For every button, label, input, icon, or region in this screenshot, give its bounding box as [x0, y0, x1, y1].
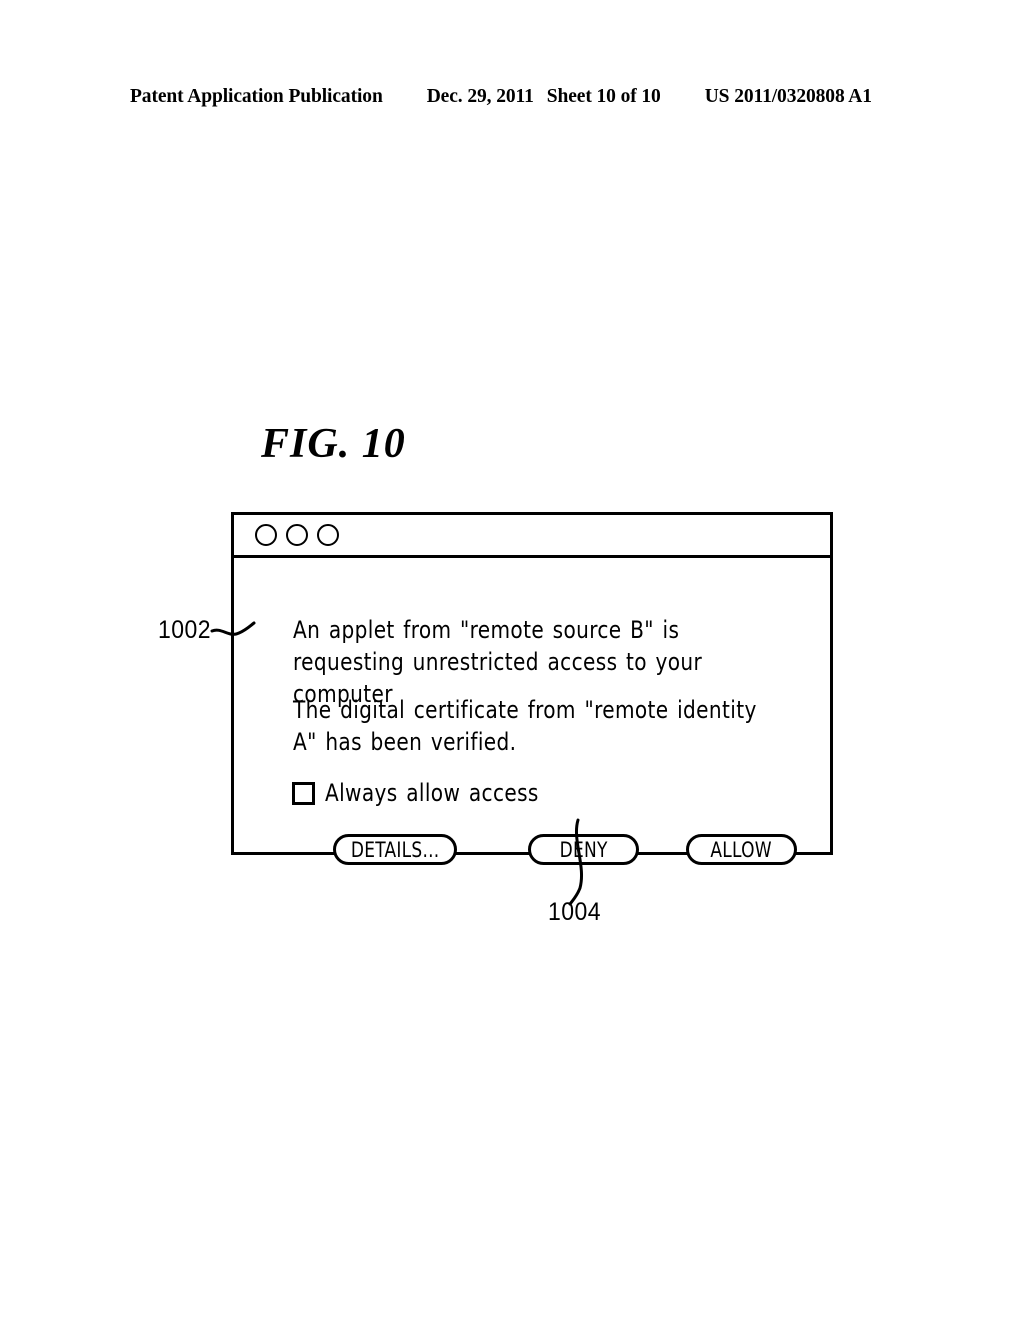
deny-button[interactable]: DENY	[528, 834, 639, 865]
certificate-message: The digital certificate from "remote ide…	[293, 696, 757, 756]
permission-dialog-window: An applet from "remote source B" is requ…	[231, 512, 833, 865]
dialog-titlebar	[234, 515, 830, 558]
details-button[interactable]: DETAILS...	[333, 834, 457, 865]
close-circle-icon[interactable]	[255, 524, 277, 546]
reference-numeral-1002: 1002	[158, 616, 212, 644]
dialog-body: An applet from "remote source B" is requ…	[234, 558, 830, 865]
zoom-circle-icon[interactable]	[317, 524, 339, 546]
dialog-button-row: DETAILS... DENY ALLOW	[234, 834, 830, 866]
figure-label: FIG. 10	[261, 421, 406, 467]
checkbox-icon[interactable]	[292, 781, 315, 805]
allow-button-label: ALLOW	[710, 837, 773, 862]
details-button-label: DETAILS...	[350, 837, 440, 862]
allow-button[interactable]: ALLOW	[686, 834, 797, 865]
header-patent-number: US 2011/0320808 A1	[704, 86, 872, 107]
always-allow-checkbox-label: Always allow access	[325, 779, 539, 807]
sheet-header: Patent Application Publication Dec. 29, …	[130, 86, 890, 112]
header-date: Dec. 29, 2011	[426, 86, 534, 107]
header-sheet-number: Sheet 10 of 10	[546, 86, 661, 107]
minimize-circle-icon[interactable]	[286, 524, 308, 546]
always-allow-checkbox-row[interactable]: Always allow access	[292, 779, 555, 807]
header-publication: Patent Application Publication	[130, 86, 383, 107]
reference-numeral-1004: 1004	[548, 898, 602, 926]
deny-button-label: DENY	[559, 837, 608, 862]
